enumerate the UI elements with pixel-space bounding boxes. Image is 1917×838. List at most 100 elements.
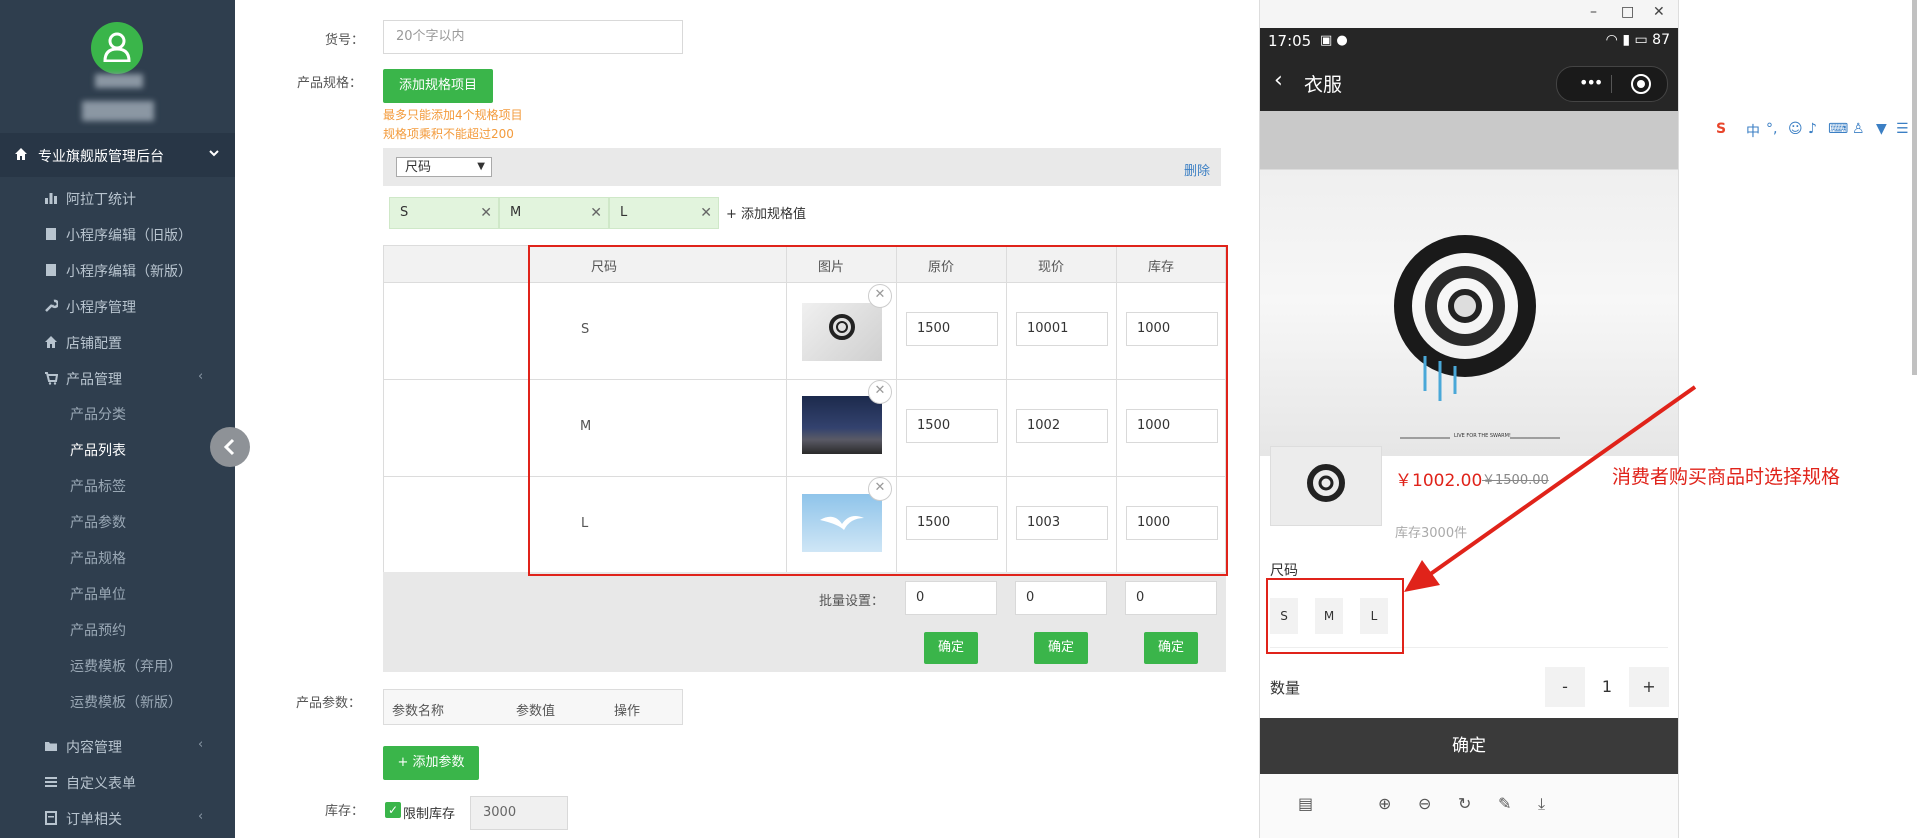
miniapp-capsule[interactable]: ••• [1556, 66, 1668, 102]
batch-confirm-button[interactable]: 确定 [924, 632, 978, 664]
batch-stock-input[interactable]: 0 [1125, 581, 1217, 615]
batch-now-input[interactable]: 0 [1015, 581, 1107, 615]
punctuation-icon[interactable]: °, [1766, 121, 1777, 137]
dropdown-arrow-icon: ▼ [477, 161, 485, 172]
add-param-button[interactable]: + 添加参数 [383, 746, 479, 780]
sidebar: 专业旗舰版管理后台 阿拉丁统计 小程序编辑（旧版） 小程序编辑（新版） 小程序管… [0, 0, 235, 838]
batch-label: 批量设置： [819, 594, 885, 609]
wrench-icon [45, 299, 58, 312]
user-icon[interactable]: ♙ [1852, 121, 1865, 137]
download-icon[interactable]: ⤓ [1538, 794, 1545, 814]
sidebar-item-miniapp[interactable]: 小程序管理 [0, 288, 235, 324]
skin-icon[interactable]: ▼ [1876, 121, 1887, 137]
qty-minus-button[interactable]: - [1545, 667, 1585, 707]
sidebar-sub-category[interactable]: 产品分类 [70, 404, 126, 424]
zoom-in-icon[interactable]: ⊕ [1378, 794, 1391, 813]
signal-icon: ▮ [1622, 32, 1631, 48]
close-icon[interactable]: ✕ [700, 205, 712, 221]
sidebar-item-stats[interactable]: 阿拉丁统计 [0, 180, 235, 216]
batch-confirm-button[interactable]: 确定 [1144, 632, 1198, 664]
spec-option-label: 尺码 [1270, 563, 1298, 579]
sidebar-item-editor-old[interactable]: 小程序编辑（旧版） [0, 216, 235, 252]
sidebar-sub-product-list[interactable]: 产品列表 [70, 440, 126, 460]
sidebar-item-label: 店铺配置 [66, 336, 122, 352]
close-icon[interactable]: ✕ [480, 205, 492, 221]
ime-toolbar: S 中 °, ☺ ♪ ⌨ ♙ ▼ ☰ [1716, 117, 1917, 145]
spec-value-chip[interactable]: S ✕ [389, 197, 499, 229]
keyboard-icon[interactable]: ⌨ [1828, 121, 1848, 137]
username-blurred [95, 74, 143, 88]
chip-label: S [400, 205, 409, 220]
sidebar-sub-shipping-new[interactable]: 运费模板（新版） [70, 692, 182, 712]
sidebar-sub-shipping-old[interactable]: 运费模板（弃用） [70, 656, 182, 676]
sidebar-sub-booking[interactable]: 产品预约 [70, 620, 126, 640]
qty-value[interactable]: 1 [1587, 667, 1627, 707]
spec-label: 产品规格： [297, 76, 363, 91]
cart-icon [45, 372, 58, 385]
add-spec-value-link[interactable]: + 添加规格值 [726, 203, 806, 222]
limit-stock-checkbox[interactable]: ✓ [385, 802, 401, 818]
close-icon[interactable]: ✕ [590, 205, 602, 221]
sidebar-item-label: 阿拉丁统计 [66, 192, 136, 208]
param-table: 参数名称 参数值 操作 [383, 689, 683, 725]
spec-value-chip[interactable]: M ✕ [499, 197, 609, 229]
stock-value-input[interactable]: 3000 [470, 796, 568, 830]
sidebar-item-content[interactable]: 内容管理 ‹ [0, 728, 235, 764]
param-col-action: 操作 [614, 704, 641, 719]
highlight-spec-table [528, 245, 1228, 576]
minimize-icon[interactable]: – [1590, 4, 1597, 20]
maximize-icon[interactable]: □ [1621, 4, 1634, 20]
sidebar-item-label: 小程序编辑（新版） [66, 264, 192, 280]
batch-orig-input[interactable]: 0 [905, 581, 997, 615]
product-thumb [1270, 446, 1382, 526]
sidebar-item-forms[interactable]: 自定义表单 [0, 764, 235, 800]
sidebar-sub-units[interactable]: 产品单位 [70, 584, 126, 604]
sogou-logo-icon[interactable]: S [1716, 121, 1726, 137]
sidebar-header[interactable]: 专业旗舰版管理后台 [0, 133, 235, 177]
chevron-down-icon [209, 150, 219, 157]
sidebar-sub-tags[interactable]: 产品标签 [70, 476, 126, 496]
emoji-icon[interactable]: ☺ [1788, 121, 1803, 137]
mic-icon[interactable]: ♪ [1808, 121, 1817, 137]
sidebar-item-products[interactable]: 产品管理 ‹ [0, 360, 235, 396]
layout-icon[interactable]: ▤ [1298, 794, 1313, 813]
sidebar-item-editor-new[interactable]: 小程序编辑（新版） [0, 252, 235, 288]
batch-confirm-button[interactable]: 确定 [1034, 632, 1088, 664]
add-spec-button[interactable]: 添加规格项目 [383, 69, 493, 103]
sidebar-item-label: 小程序管理 [66, 300, 136, 316]
sidebar-item-shop[interactable]: 店铺配置 [0, 324, 235, 360]
zoom-out-icon[interactable]: ⊖ [1418, 794, 1431, 813]
confirm-button[interactable]: 确定 [1260, 718, 1678, 774]
param-col-value: 参数值 [516, 704, 556, 719]
menu-icon[interactable]: ☰ [1896, 121, 1909, 137]
wifi-icon: ◠ [1605, 32, 1618, 48]
param-label: 产品参数： [296, 696, 362, 711]
quantity-label: 数量 [1270, 679, 1301, 697]
rotate-icon[interactable]: ↻ [1458, 794, 1471, 813]
sidebar-item-orders[interactable]: 订单相关 ‹ [0, 800, 235, 836]
sidebar-collapse-button[interactable] [210, 427, 250, 467]
close-target-icon[interactable] [1631, 74, 1651, 94]
spec-value-chip[interactable]: L ✕ [609, 197, 719, 229]
scrollbar[interactable] [1912, 0, 1917, 375]
sidebar-item-label: 内容管理 [66, 740, 122, 756]
sidebar-item-label: 订单相关 [66, 812, 122, 828]
user-icon [103, 32, 131, 62]
param-col-name: 参数名称 [392, 704, 445, 719]
sidebar-sub-specs[interactable]: 产品规格 [70, 548, 126, 568]
qty-plus-button[interactable]: + [1629, 667, 1669, 707]
home-icon [45, 336, 57, 348]
delete-spec-link[interactable]: 删除 [1184, 160, 1210, 179]
back-arrow-icon[interactable]: ‹ [1274, 68, 1283, 93]
more-icon[interactable]: ••• [1579, 73, 1603, 92]
ime-mode-icon[interactable]: 中 [1746, 121, 1760, 141]
close-icon[interactable]: ✕ [1653, 4, 1665, 20]
avatar[interactable] [91, 22, 143, 74]
phone-navbar: ‹ 衣服 ••• [1260, 56, 1678, 111]
edit-icon[interactable]: ✎ [1498, 794, 1511, 813]
home-icon [15, 148, 27, 160]
battery-level: 87 [1652, 32, 1670, 48]
spec-select[interactable]: 尺码 ▼ [396, 157, 492, 177]
sku-input[interactable]: 20个字以内 [383, 20, 683, 54]
sidebar-sub-params[interactable]: 产品参数 [70, 512, 126, 532]
